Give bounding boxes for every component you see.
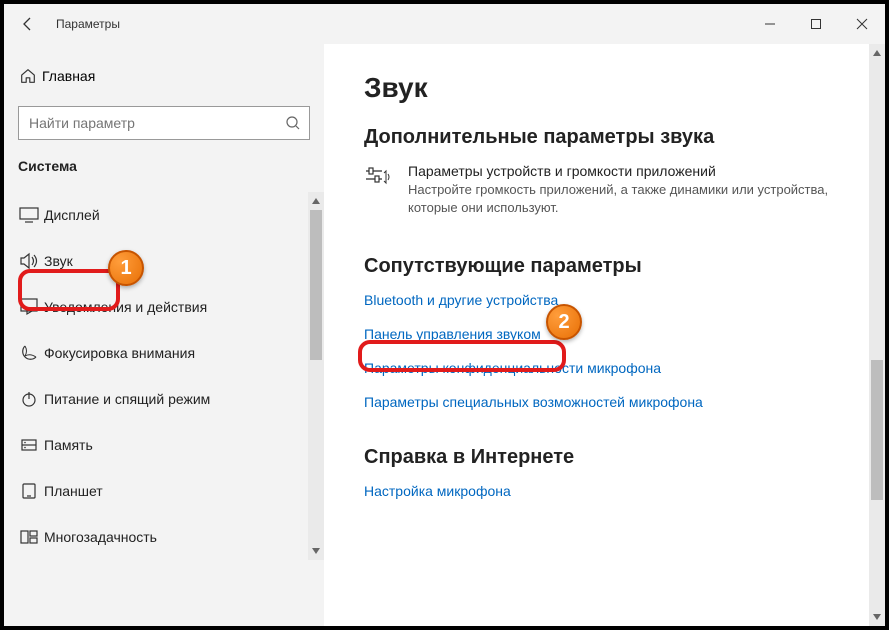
window-controls [747,4,885,44]
storage-icon [14,436,44,454]
link-mic-setup[interactable]: Настройка микрофона [364,483,869,499]
link-mic-ease[interactable]: Параметры специальных возможностей микро… [364,394,869,410]
sidebar-item-label: Дисплей [44,207,100,223]
titlebar: Параметры [4,4,885,44]
tablet-icon [14,482,44,500]
sidebar-item-label: Звук [44,253,73,269]
sidebar-item-notifications[interactable]: Уведомления и действия [4,284,324,330]
sidebar-item-tablet[interactable]: Планшет [4,468,324,514]
sidebar-item-label: Уведомления и действия [44,299,207,315]
link-bluetooth[interactable]: Bluetooth и другие устройства [364,292,869,308]
sidebar-item-power[interactable]: Питание и спящий режим [4,376,324,422]
sidebar-item-storage[interactable]: Память [4,422,324,468]
notifications-icon [14,298,44,316]
sidebar-item-label: Память [44,437,93,453]
search-input-wrap[interactable] [18,106,310,140]
section-heading-advanced: Дополнительные параметры звука [364,126,869,149]
sidebar-item-label: Многозадачность [44,529,157,545]
sidebar-item-home[interactable]: Главная [4,56,324,96]
sidebar-scrollbar[interactable] [308,192,324,560]
settings-window: Параметры Главная [0,0,889,630]
setting-desc: Настройте громкость приложений, а также … [408,181,844,217]
power-icon [14,390,44,408]
display-icon [14,207,44,223]
search-icon [285,115,301,131]
sidebar-item-label: Питание и спящий режим [44,391,210,407]
back-button[interactable] [4,4,52,44]
link-mic-privacy[interactable]: Параметры конфиденциальности микрофона [364,360,869,376]
main-content: Звук Дополнительные параметры звука [324,44,885,626]
focus-icon [14,344,44,362]
multitask-icon [14,528,44,546]
minimize-button[interactable] [747,4,793,44]
setting-title: Параметры устройств и громкости приложен… [408,163,844,179]
section-heading-help: Справка в Интернете [364,446,869,469]
sidebar-item-label: Фокусировка внимания [44,345,195,361]
link-sound-control-panel[interactable]: Панель управления звуком [364,326,869,342]
window-title: Параметры [52,17,747,31]
main-scroll-thumb[interactable] [871,360,883,500]
section-heading-related: Сопутствующие параметры [364,255,869,278]
close-button[interactable] [839,4,885,44]
sidebar-item-multitask[interactable]: Многозадачность [4,514,324,560]
app-volume-item[interactable]: Параметры устройств и громкости приложен… [364,163,844,217]
page-title: Звук [364,72,869,104]
sidebar-item-focus[interactable]: Фокусировка внимания [4,330,324,376]
home-icon [14,67,42,85]
mixer-icon [364,163,408,217]
sidebar-item-sound[interactable]: Звук [4,238,324,284]
maximize-button[interactable] [793,4,839,44]
sidebar-item-display[interactable]: Дисплей [4,192,324,238]
sidebar-scroll-thumb[interactable] [310,210,322,360]
sound-icon [14,252,44,270]
search-input[interactable] [27,114,285,132]
sidebar-item-label: Планшет [44,483,103,499]
nav-list: Дисплей Звук Уведомления и действия [4,192,324,560]
sidebar: Главная Система Дисплей [4,44,324,626]
main-scrollbar[interactable] [869,44,885,626]
sidebar-section-label: Система [4,158,324,182]
sidebar-item-label: Главная [42,68,95,84]
